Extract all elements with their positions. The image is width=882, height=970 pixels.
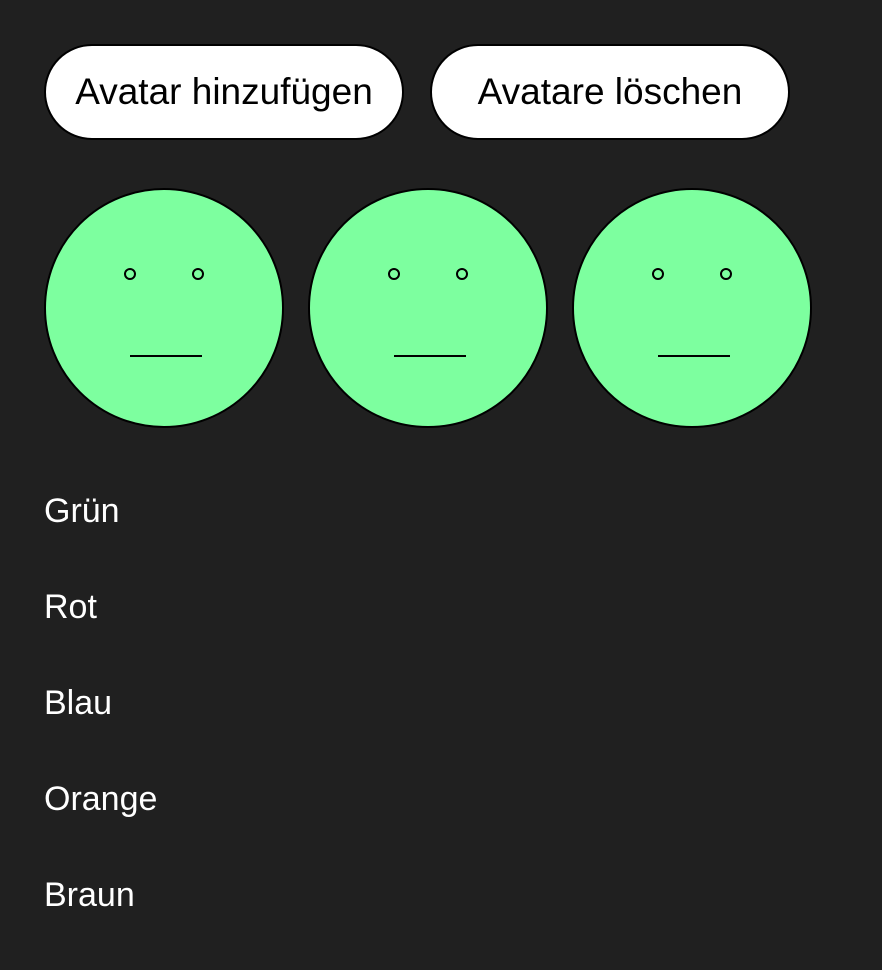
- color-item-orange[interactable]: Orange: [44, 772, 157, 868]
- avatar[interactable]: [308, 188, 548, 428]
- left-eye-icon: [388, 268, 400, 280]
- color-item-gruen[interactable]: Grün: [44, 484, 157, 580]
- mouth-icon: [130, 355, 202, 357]
- avatar-list: [44, 188, 812, 428]
- color-item-braun[interactable]: Braun: [44, 868, 157, 964]
- mouth-icon: [394, 355, 466, 357]
- add-avatar-button[interactable]: Avatar hinzufügen: [44, 44, 404, 140]
- color-item-blau[interactable]: Blau: [44, 676, 157, 772]
- left-eye-icon: [652, 268, 664, 280]
- toolbar: Avatar hinzufügen Avatare löschen: [44, 44, 790, 140]
- right-eye-icon: [720, 268, 732, 280]
- right-eye-icon: [192, 268, 204, 280]
- avatar[interactable]: [44, 188, 284, 428]
- avatar[interactable]: [572, 188, 812, 428]
- color-list: Grün Rot Blau Orange Braun: [44, 484, 157, 964]
- left-eye-icon: [124, 268, 136, 280]
- right-eye-icon: [456, 268, 468, 280]
- mouth-icon: [658, 355, 730, 357]
- color-item-rot[interactable]: Rot: [44, 580, 157, 676]
- delete-avatars-button[interactable]: Avatare löschen: [430, 44, 790, 140]
